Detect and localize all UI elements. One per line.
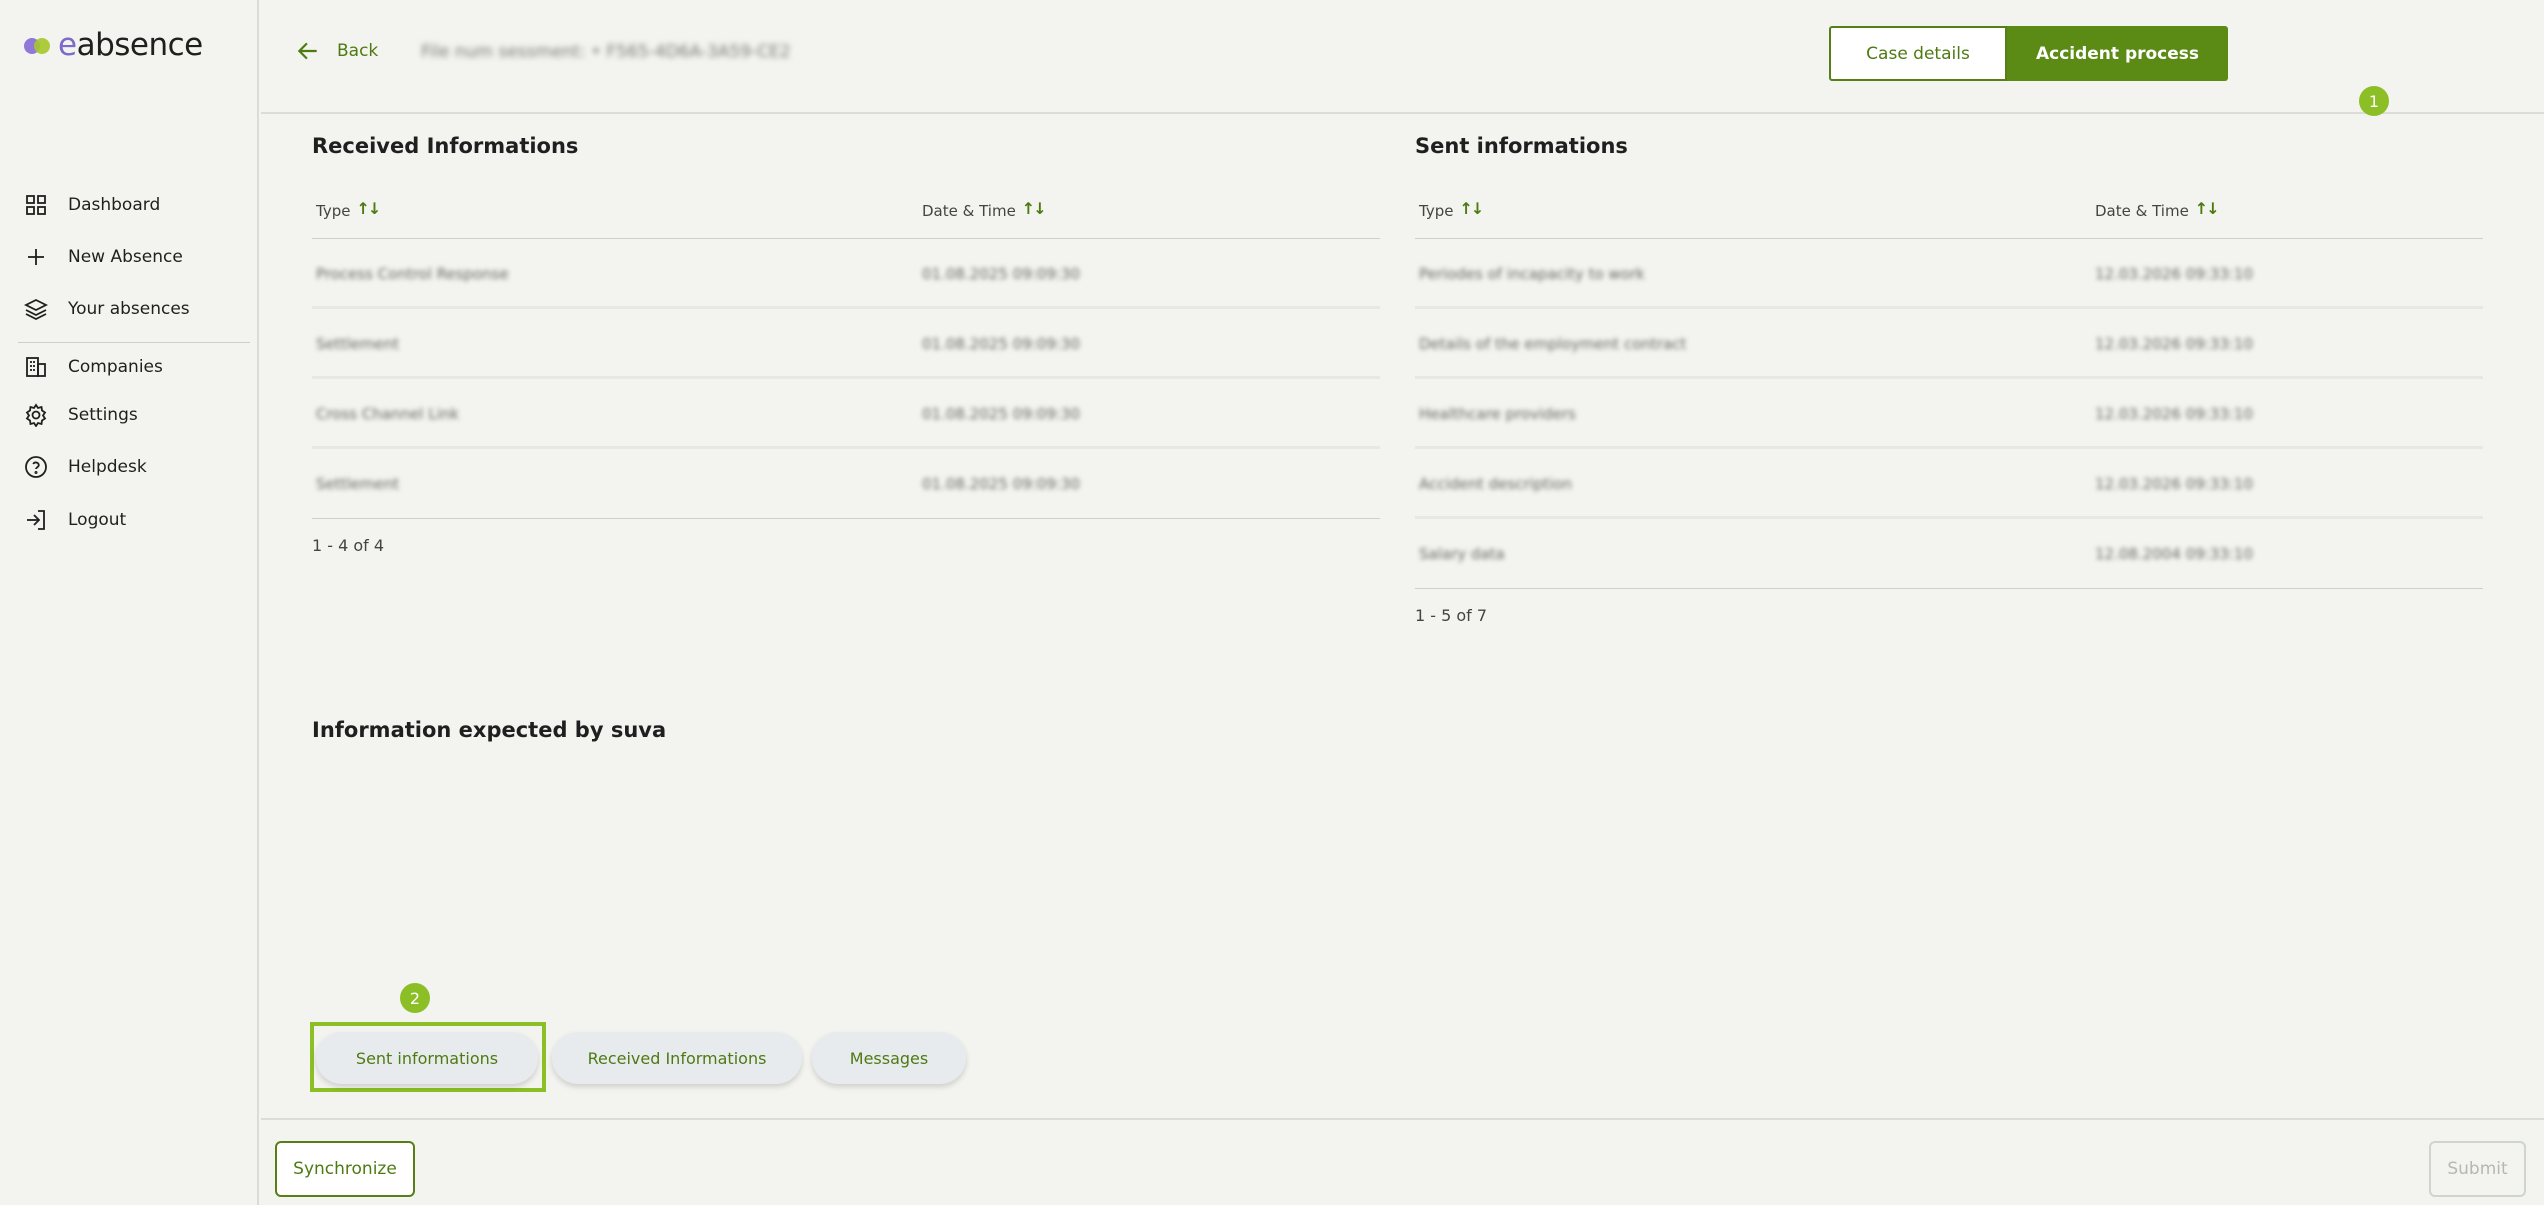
cell-type: Details of the employment contract	[1419, 335, 1687, 353]
sidebar-divider	[18, 342, 250, 343]
plus-icon	[28, 249, 44, 265]
sent-informations-title: Sent informations	[1415, 134, 1628, 158]
cell-datetime: 12.03.2026 09:33:10	[2095, 405, 2254, 423]
accident-process-button[interactable]: Accident process	[2007, 26, 2228, 81]
sent-pagination: 1 - 5 of 7	[1415, 606, 1488, 625]
table-row[interactable]: Accident description 12.03.2026 09:33:10	[1415, 449, 2483, 519]
tab-sent-informations[interactable]: Sent informations	[316, 1032, 538, 1084]
sidebar: eabsence Dashboard New Absence Your abse…	[0, 0, 259, 1205]
table-header: Type ↑↓ Date & Time ↑↓	[1415, 183, 2483, 239]
cell-type: Cross Channel Link	[316, 405, 459, 423]
layers-icon	[24, 298, 48, 321]
synchronize-button[interactable]: Synchronize	[275, 1141, 415, 1197]
column-header-datetime[interactable]: Date & Time ↑↓	[922, 183, 1047, 239]
sidebar-item-dashboard[interactable]: Dashboard	[24, 185, 160, 225]
received-informations-table: Type ↑↓ Date & Time ↑↓ Process Control Res…	[312, 183, 1380, 519]
cell-datetime: 01.08.2025 09:09:30	[922, 405, 1081, 423]
sidebar-item-new-absence[interactable]: New Absence	[24, 237, 183, 277]
cell-datetime: 12.08.2004 09:33:10	[2095, 545, 2254, 563]
logo-mark-icon	[24, 36, 52, 54]
cell-type: Healthcare providers	[1419, 405, 1576, 423]
logo-text: eabsence	[58, 27, 203, 63]
sidebar-item-helpdesk[interactable]: Helpdesk	[24, 447, 147, 487]
sidebar-item-label: Settings	[68, 405, 138, 425]
sidebar-item-logout[interactable]: Logout	[24, 500, 126, 540]
building-icon	[26, 357, 46, 377]
cell-datetime: 12.03.2026 09:33:10	[2095, 265, 2254, 283]
sidebar-item-label: Your absences	[68, 299, 190, 319]
sidebar-item-label: Companies	[68, 357, 163, 377]
sort-icon[interactable]: ↑↓	[356, 199, 381, 218]
logout-icon	[27, 510, 45, 530]
grid-icon	[26, 195, 46, 215]
sidebar-item-label: Helpdesk	[68, 457, 147, 477]
cell-datetime: 01.08.2025 09:09:30	[922, 335, 1081, 353]
sent-informations-table: Type ↑↓ Date & Time ↑↓ Periodes of incapac…	[1415, 183, 2483, 589]
table-row[interactable]: Periodes of incapacity to work 12.03.202…	[1415, 239, 2483, 309]
submit-button[interactable]: Submit	[2429, 1141, 2526, 1197]
cell-datetime: 12.03.2026 09:33:10	[2095, 475, 2254, 493]
sidebar-item-your-absences[interactable]: Your absences	[24, 289, 190, 329]
tab-messages[interactable]: Messages	[812, 1032, 966, 1084]
cell-type: Settlement	[316, 335, 400, 353]
expected-information-title: Information expected by suva	[312, 718, 667, 742]
footer-divider	[261, 1118, 2544, 1120]
step-badge-1: 1	[2359, 86, 2389, 116]
app-logo[interactable]: eabsence	[24, 27, 203, 63]
cell-type: Periodes of incapacity to work	[1419, 265, 1645, 283]
table-header: Type ↑↓ Date & Time ↑↓	[312, 183, 1380, 239]
tab-received-informations[interactable]: Received Informations	[552, 1032, 802, 1084]
sidebar-item-settings[interactable]: Settings	[24, 395, 138, 435]
sort-icon[interactable]: ↑↓	[1459, 199, 1484, 218]
table-row[interactable]: Cross Channel Link 01.08.2025 09:09:30	[312, 379, 1380, 449]
column-header-type[interactable]: Type ↑↓	[316, 183, 381, 239]
table-row[interactable]: Salary data 12.08.2004 09:33:10	[1415, 519, 2483, 589]
column-header-type[interactable]: Type ↑↓	[1419, 183, 1484, 239]
sidebar-item-companies[interactable]: Companies	[24, 347, 163, 387]
cell-type: Accident description	[1419, 475, 1572, 493]
table-row[interactable]: Process Control Response 01.08.2025 09:0…	[312, 239, 1380, 309]
cell-type: Settlement	[316, 475, 400, 493]
case-identifier: File num sessment: • F565-4D6A-3A59-CE2	[421, 42, 791, 62]
table-row[interactable]: Healthcare providers 12.03.2026 09:33:10	[1415, 379, 2483, 449]
table-row[interactable]: Settlement 01.08.2025 09:09:30	[312, 309, 1380, 379]
sidebar-item-label: Logout	[68, 510, 127, 530]
sidebar-item-label: New Absence	[68, 247, 183, 267]
cell-datetime: 01.08.2025 09:09:30	[922, 475, 1081, 493]
table-row[interactable]: Settlement 01.08.2025 09:09:30	[312, 449, 1380, 519]
column-header-datetime[interactable]: Date & Time ↑↓	[2095, 183, 2220, 239]
cell-datetime: 12.03.2026 09:33:10	[2095, 335, 2254, 353]
received-informations-title: Received Informations	[312, 134, 579, 158]
cell-type: Process Control Response	[316, 265, 509, 283]
sort-icon[interactable]: ↑↓	[1022, 199, 1047, 218]
case-details-button[interactable]: Case details	[1829, 26, 2007, 81]
step-badge-2: 2	[400, 983, 430, 1013]
sidebar-item-label: Dashboard	[68, 195, 161, 215]
arrow-left-icon	[297, 42, 317, 60]
back-button[interactable]: Back	[295, 38, 378, 64]
back-label: Back	[337, 41, 379, 61]
cell-datetime: 01.08.2025 09:09:30	[922, 265, 1081, 283]
received-pagination: 1 - 4 of 4	[312, 536, 385, 555]
table-row[interactable]: Details of the employment contract 12.03…	[1415, 309, 2483, 379]
help-icon	[25, 456, 47, 478]
gear-icon	[25, 403, 47, 427]
sort-icon[interactable]: ↑↓	[2195, 199, 2220, 218]
cell-type: Salary data	[1419, 545, 1505, 563]
